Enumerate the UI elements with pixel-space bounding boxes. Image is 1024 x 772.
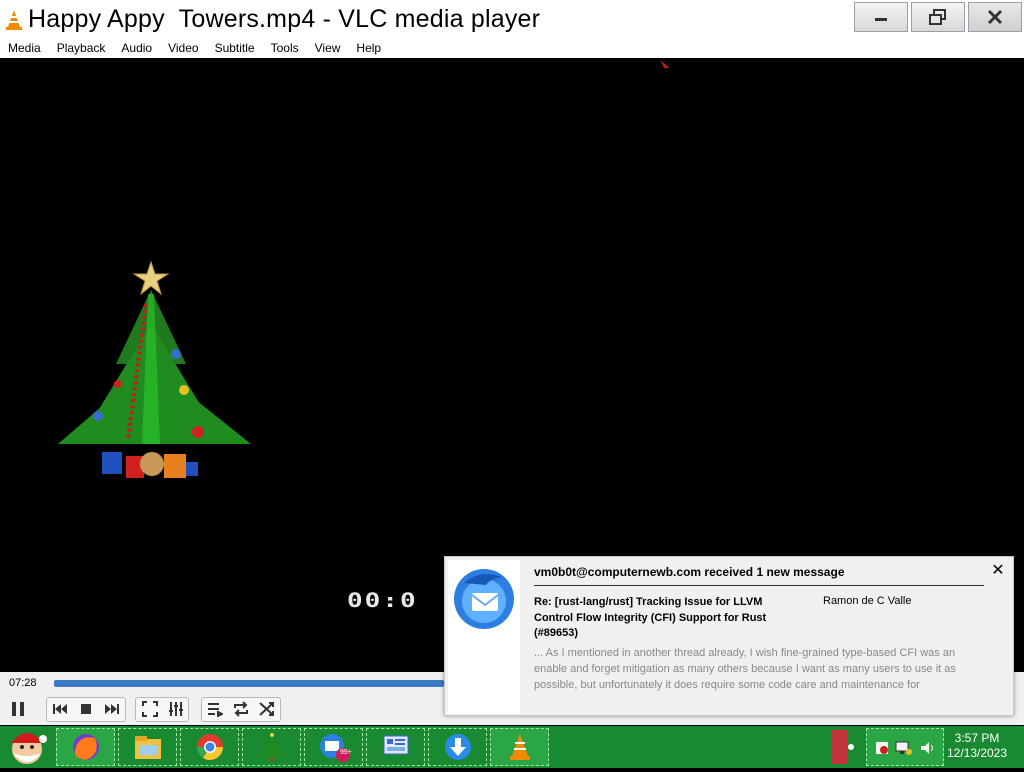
fullscreen-icon (142, 701, 158, 717)
menu-audio[interactable]: Audio (113, 41, 160, 55)
vlc-cone-icon (6, 10, 22, 30)
taskbar-mail[interactable]: 99+ (304, 728, 363, 766)
system-tray (866, 728, 944, 766)
menu-bar: Media Playback Audio Video Subtitle Tool… (0, 38, 1024, 58)
next-button[interactable] (100, 697, 124, 721)
menu-tools[interactable]: Tools (263, 41, 307, 55)
shuffle-icon (259, 702, 274, 716)
christmas-tree-image (58, 260, 251, 478)
playlist-icon (208, 703, 223, 717)
taskbar-control-panel[interactable] (366, 728, 425, 766)
taskbar-christmas-tree[interactable] (242, 728, 301, 766)
notification-preview: ... As I mentioned in another thread alr… (534, 647, 956, 691)
network-icon[interactable] (895, 740, 913, 756)
taskbar: 99+ 3:57 PM 12/13/2023 (0, 726, 1024, 768)
taskbar-firefox[interactable] (56, 728, 115, 766)
close-button[interactable] (968, 2, 1022, 32)
restore-icon (929, 9, 946, 25)
notification-header: vm0b0t@computernewb.com received 1 new m… (534, 565, 845, 579)
santa-start-icon (11, 733, 47, 764)
notification-close-button[interactable]: ✕ (990, 563, 1006, 579)
firefox-icon (72, 734, 99, 760)
thunderbird-icon (454, 569, 514, 629)
taskbar-clock[interactable]: 3:57 PM 12/13/2023 (944, 731, 1010, 761)
menu-help[interactable]: Help (348, 41, 389, 55)
volume-icon[interactable] (919, 740, 935, 756)
notification-subject: Re: [rust-lang/rust] Tracking Issue for … (534, 596, 767, 639)
christmas-tree-icon (260, 733, 283, 761)
stop-button[interactable] (74, 697, 98, 721)
playlist-button[interactable] (203, 697, 227, 721)
vlc-cone-icon (509, 734, 530, 760)
fullscreen-button[interactable] (138, 697, 162, 721)
notification-divider (534, 585, 984, 586)
taskbar-chrome[interactable] (180, 728, 239, 766)
mail-app-icon (319, 734, 350, 762)
taskbar-file-explorer[interactable] (118, 728, 177, 766)
next-icon (105, 704, 119, 714)
taskbar-downloader[interactable] (428, 728, 487, 766)
notification-logo-panel (448, 560, 520, 714)
menu-video[interactable]: Video (160, 41, 206, 55)
title-bar[interactable]: Happy Appy Towers.mp4 - VLC media player (0, 0, 1024, 38)
pause-icon (12, 702, 24, 716)
menu-subtitle[interactable]: Subtitle (207, 41, 263, 55)
notification-sender: Ramon de C Valle (823, 595, 912, 607)
loop-button[interactable] (229, 697, 253, 721)
mouse-cursor-icon (660, 60, 670, 73)
elapsed-time: 07:28 (9, 677, 37, 689)
window-title: Happy Appy Towers.mp4 - VLC media player (28, 4, 541, 33)
mail-notification[interactable]: vm0b0t@computernewb.com received 1 new m… (444, 556, 1014, 716)
extended-settings-button[interactable] (164, 697, 188, 721)
close-icon (987, 9, 1003, 25)
previous-button[interactable] (48, 697, 72, 721)
video-overlay-text: 00:0 (347, 589, 418, 613)
menu-media[interactable]: Media (0, 41, 49, 55)
stop-icon (81, 704, 91, 714)
loop-icon (234, 701, 248, 717)
start-button[interactable] (3, 727, 51, 767)
unread-badge: 99+ (340, 749, 352, 756)
seek-bar[interactable] (54, 680, 444, 687)
minimize-icon (875, 18, 887, 21)
clock-time: 3:57 PM (954, 731, 1000, 745)
download-icon (444, 734, 471, 760)
clock-date: 12/13/2023 (946, 746, 1008, 760)
minimize-button[interactable] (854, 2, 908, 32)
menu-view[interactable]: View (307, 41, 349, 55)
pause-button[interactable] (6, 697, 30, 721)
previous-icon (53, 704, 67, 714)
equalizer-icon (169, 702, 183, 716)
action-center-alert-icon[interactable] (875, 741, 889, 755)
taskbar-vlc[interactable] (490, 728, 549, 766)
restore-button[interactable] (911, 2, 965, 32)
chrome-icon (196, 734, 223, 761)
folder-icon (134, 736, 161, 759)
menu-playback[interactable]: Playback (49, 41, 114, 55)
shuffle-button[interactable] (255, 697, 279, 721)
control-panel-icon (383, 735, 408, 755)
